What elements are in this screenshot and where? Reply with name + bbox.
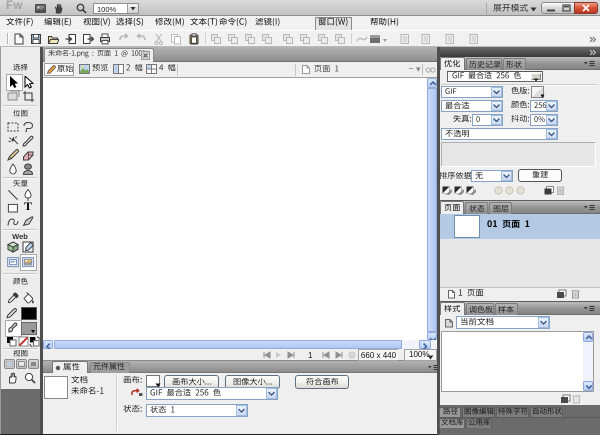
svg-text:1: 1 <box>308 351 313 359</box>
